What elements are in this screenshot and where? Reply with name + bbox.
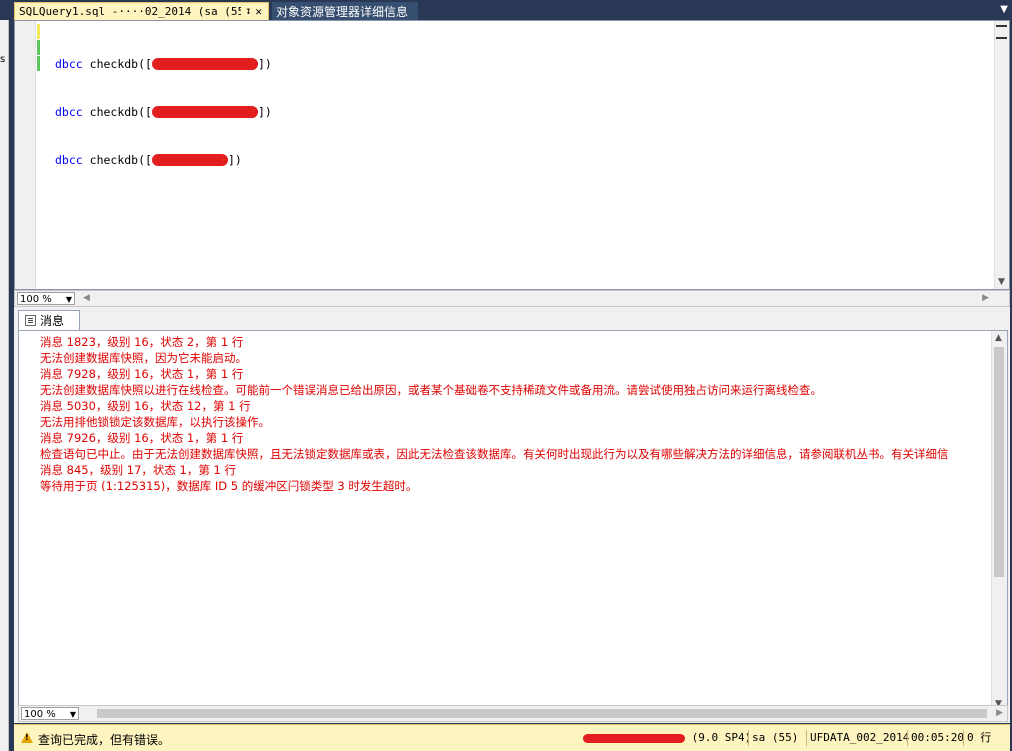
message-line: 消息 7928，级别 16，状态 1，第 1 行 [40,367,244,381]
results-horizontal-scrollbar[interactable]: 100 % ▼ ▶ [18,705,1008,722]
editor-horizontal-scrollbar[interactable]: 100 % ▼ ◀ ▶ [14,290,1010,307]
scroll-left-icon[interactable]: ◀ [83,293,90,303]
message-line: 无法创建数据库快照，因为它未能启动。 [40,351,247,365]
warning-icon [21,732,33,743]
message-line: 检查语句已中止。由于无法创建数据库快照，且无法锁定数据库或表，因此无法检查该数据… [40,447,949,461]
scroll-right-icon[interactable]: ▶ [996,708,1003,718]
change-indicator [37,56,40,71]
tab-title: SQLQuery1.sql -····02_2014 (sa (55))* [19,5,242,18]
editor-vertical-scrollbar[interactable]: ▼ [994,21,1009,289]
results-pane: 消息 消息 1823，级别 16，状态 2，第 1 行 无法创建数据库快照，因为… [14,307,1010,723]
message-line: 消息 5030，级别 16，状态 12，第 1 行 [40,399,251,413]
editor-margin [15,21,36,289]
message-line: 消息 845，级别 17，状态 1，第 1 行 [40,463,236,477]
redacted-db-name [151,154,228,166]
status-bar: 查询已完成，但有错误。 (9.0 SP4) sa (55) UFDATA_002… [14,724,1010,751]
status-elapsed: 00:05:20 [907,730,967,746]
scroll-up-icon[interactable]: ▲ [995,333,1002,343]
left-panel-edge: s [0,20,9,751]
editor-zoom-select[interactable]: 100 % ▼ [17,292,75,305]
scroll-right-icon[interactable]: ▶ [982,293,989,303]
status-user: sa (55) [748,730,801,746]
message-list: 消息 1823，级别 16，状态 2，第 1 行 无法创建数据库快照，因为它未能… [40,334,990,494]
message-line: 无法创建数据库快照以进行在线检查。可能前一个错误消息已给出原因，或者某个基础卷不… [40,383,822,397]
message-line: 消息 7926，级别 16，状态 1，第 1 行 [40,431,244,445]
pin-icon[interactable]: ↧ [245,6,251,17]
messages-panel[interactable]: 消息 1823，级别 16，状态 2，第 1 行 无法创建数据库快照，因为它未能… [18,330,1008,712]
redacted-server-name [583,734,685,743]
message-line: 消息 1823，级别 16，状态 2，第 1 行 [40,335,244,349]
status-server: (9.0 SP4) [580,730,754,746]
scroll-thumb[interactable] [97,709,987,718]
scroll-down-icon[interactable]: ▼ [998,277,1005,287]
change-indicator [37,40,40,55]
tab-sqlquery1[interactable]: SQLQuery1.sql -····02_2014 (sa (55))* ↧ … [14,2,269,20]
split-handle-icon[interactable] [996,25,1007,39]
message-line: 无法用排他锁锁定该数据库，以执行该操作。 [40,415,270,429]
chevron-down-icon: ▼ [69,710,76,719]
status-message: 查询已完成，但有错误。 [38,733,171,747]
code-text[interactable]: dbcc checkdb([]) dbcc checkdb([]) dbcc c… [55,24,272,200]
status-rows: 0 行 [963,730,994,746]
messages-vertical-scrollbar[interactable]: ▲ ▼ [991,331,1007,711]
code-line: dbcc checkdb([]) [55,105,272,119]
results-zoom-select[interactable]: 100 % ▼ [21,707,79,720]
chevron-down-icon: ▼ [65,295,72,304]
tab-object-explorer-details[interactable]: 对象资源管理器详细信息 [272,2,418,20]
scroll-thumb[interactable] [994,347,1004,577]
tab-list-dropdown-icon[interactable]: ▼ [1000,4,1008,15]
status-database: UFDATA_002_2014 [806,730,912,746]
message-line: 等待用于页 (1:125315)，数据库 ID 5 的缓冲区闩锁类型 3 时发生… [40,479,418,493]
redacted-db-name [151,58,258,70]
messages-icon [25,315,36,326]
tab-messages[interactable]: 消息 [18,310,80,330]
document-tab-strip: SQLQuery1.sql -····02_2014 (sa (55))* ↧ … [0,0,1012,20]
code-line: dbcc checkdb([]) [55,153,242,167]
code-line: dbcc checkdb([]) [55,57,272,71]
redacted-db-name [151,106,258,118]
change-indicator [37,24,40,39]
close-icon[interactable]: ✕ [255,5,262,18]
query-editor[interactable]: dbcc checkdb([]) dbcc checkdb([]) dbcc c… [14,20,1010,290]
